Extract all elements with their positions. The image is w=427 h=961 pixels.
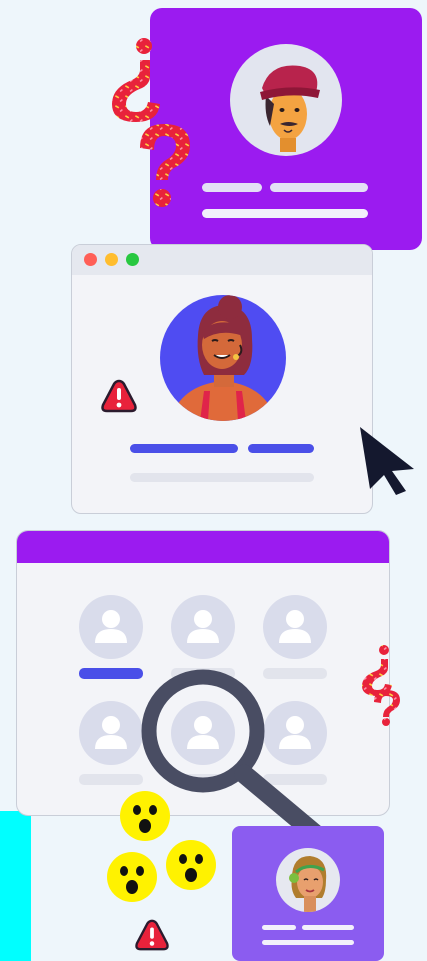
window-line-gray	[130, 473, 314, 482]
minimize-dot[interactable]	[105, 253, 118, 266]
window-titlebar	[72, 245, 372, 275]
surprised-face-icon	[166, 840, 216, 890]
grid-name-line	[79, 774, 143, 785]
maximize-dot[interactable]	[126, 253, 139, 266]
question-mark-icon	[140, 124, 190, 207]
card-line-full	[262, 940, 354, 945]
user-placeholder-avatar[interactable]	[263, 595, 327, 659]
card-line-long	[302, 925, 354, 930]
profile-line-full	[202, 209, 368, 218]
avatar-woman	[160, 295, 286, 421]
card-line-short	[262, 925, 296, 930]
warning-icon	[101, 379, 137, 413]
warning-icon	[135, 919, 169, 951]
profile-card-bottom	[232, 826, 384, 961]
surprised-face-icon	[107, 852, 157, 902]
avatar-woman-with-headband	[276, 848, 340, 912]
cursor-arrow-icon	[360, 427, 414, 495]
profile-line-long	[270, 183, 368, 192]
window-line-blue-long	[130, 444, 238, 453]
cyan-strip	[0, 811, 31, 961]
avatar-man-with-cap	[230, 44, 342, 156]
window-line-blue-short	[248, 444, 314, 453]
question-marks-icon	[362, 645, 400, 726]
close-dot[interactable]	[84, 253, 97, 266]
user-placeholder-avatar[interactable]	[79, 701, 143, 765]
surprised-face-icon	[120, 791, 170, 841]
user-placeholder-avatar[interactable]	[171, 595, 235, 659]
inverted-question-mark-icon	[112, 38, 160, 122]
grid-name-line-highlighted	[79, 668, 143, 679]
user-placeholder-avatar[interactable]	[79, 595, 143, 659]
grid-card-header	[17, 531, 389, 563]
profile-line-short	[202, 183, 262, 192]
